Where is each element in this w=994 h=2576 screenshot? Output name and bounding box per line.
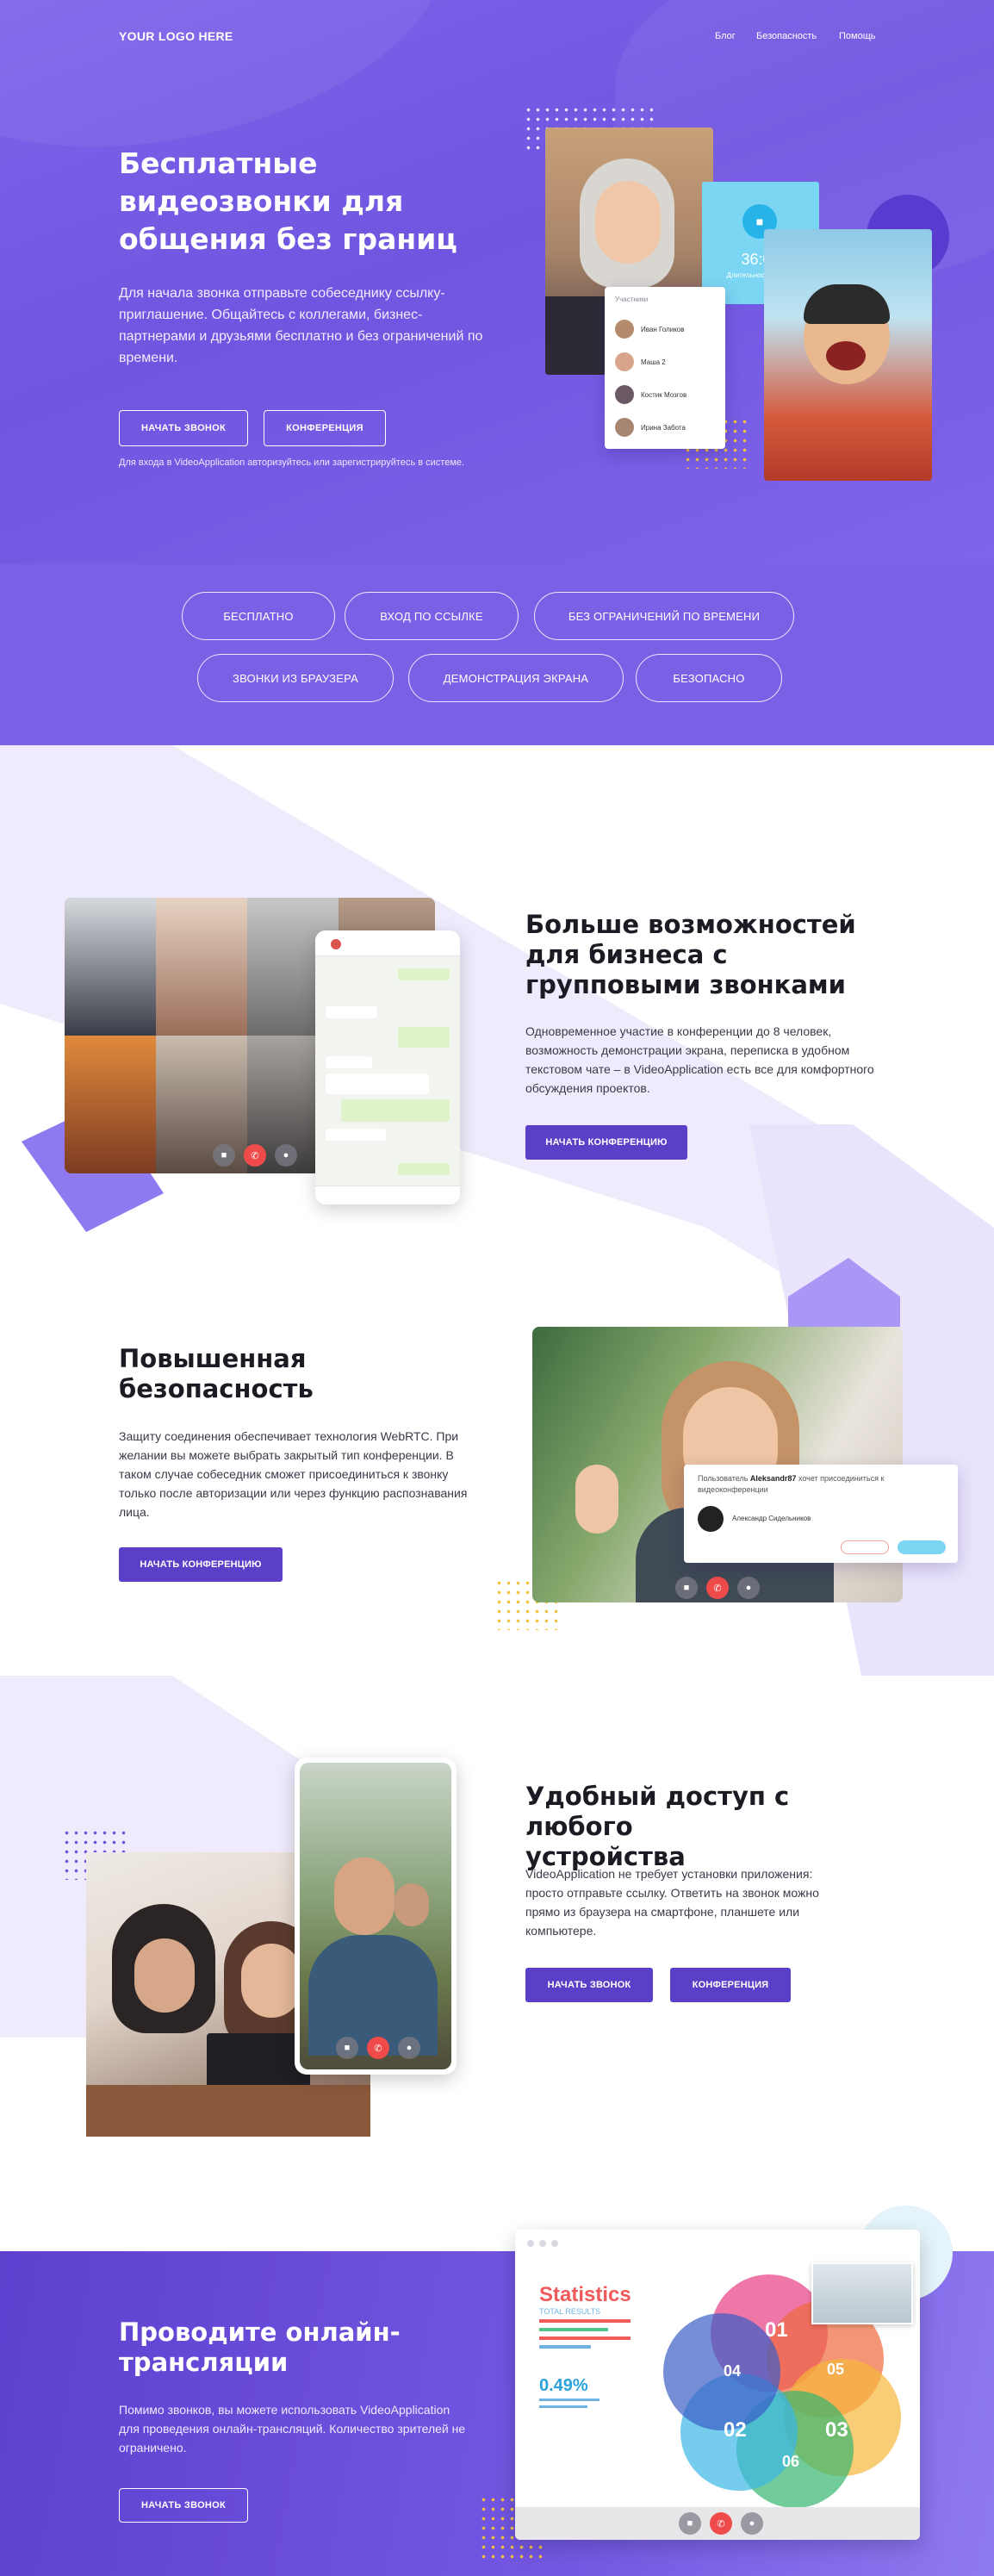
stream-text: Помимо звонков, вы можете использовать V… xyxy=(119,2403,466,2455)
avatar xyxy=(615,352,634,371)
camera-off-icon[interactable]: ■ xyxy=(679,2512,701,2535)
venn-label: 02 xyxy=(724,2418,747,2442)
stats-percent: 0.49% xyxy=(539,2376,588,2395)
end-call-icon[interactable]: ✆ xyxy=(710,2512,732,2535)
feature-pill: ВХОД ПО ССЫЛКЕ xyxy=(345,592,519,640)
venn-label: 05 xyxy=(827,2361,844,2378)
avatar xyxy=(615,320,634,339)
hero-title: Бесплатные видеозвонки для общения без г… xyxy=(119,146,457,256)
conference-button[interactable]: КОНФЕРЕНЦИЯ xyxy=(670,1968,791,2002)
participants-title: Участники xyxy=(615,296,649,303)
venn-label: 04 xyxy=(724,2362,741,2380)
end-call-icon[interactable]: ✆ xyxy=(706,1577,729,1599)
mic-off-icon[interactable]: ● xyxy=(737,1577,760,1599)
access-title: Удобный доступ с любого устройства xyxy=(525,1782,790,1871)
logo[interactable]: YOUR LOGO HERE xyxy=(119,29,233,43)
camera-off-icon[interactable]: ■ xyxy=(336,2037,358,2059)
start-conference-button[interactable]: НАЧАТЬ КОНФЕРЕНЦИЮ xyxy=(525,1125,687,1160)
feature-pill: БЕЗОПАСНО xyxy=(636,654,782,702)
participant-item[interactable]: Иван Голиков xyxy=(615,313,715,345)
phone-selfie: ■ ✆ ● xyxy=(295,1758,457,2075)
window-dot-icon xyxy=(527,2240,534,2247)
business-title: Больше возможностей для бизнеса с группо… xyxy=(525,910,856,999)
participant-item[interactable]: Ирина Забота xyxy=(615,411,715,444)
nav-link-help[interactable]: Помощь xyxy=(839,31,876,41)
window-dot-icon xyxy=(539,2240,546,2247)
avatar xyxy=(615,385,634,404)
participants-card: Участники Иван Голиков Маша 2 Костик Моз… xyxy=(605,287,725,449)
conference-button[interactable]: КОНФЕРЕНЦИЯ xyxy=(264,410,386,446)
man-photo xyxy=(764,229,932,481)
venn-label: 06 xyxy=(782,2453,799,2470)
nav-link-blog[interactable]: Блог xyxy=(715,31,736,41)
participant-item[interactable]: Костик Мозгов xyxy=(615,378,715,411)
stats-subtitle: TOTAL RESULTS xyxy=(539,2307,601,2316)
mic-off-icon[interactable]: ● xyxy=(398,2037,420,2059)
nav-link-security[interactable]: Безопасность xyxy=(756,31,817,41)
mic-off-icon[interactable]: ● xyxy=(275,1144,297,1167)
camera-off-icon[interactable]: ■ xyxy=(213,1144,235,1167)
stats-title: Statistics xyxy=(539,2283,631,2306)
presenter-thumbnail[interactable] xyxy=(811,2262,913,2324)
avatar xyxy=(331,939,341,949)
access-text: VideoApplication не требует установки пр… xyxy=(525,1867,819,1938)
feature-pill: ДЕМОНСТРАЦИЯ ЭКРАНА xyxy=(408,654,624,702)
feature-pill: БЕСПЛАТНО xyxy=(182,592,335,640)
camera-off-icon[interactable]: ■ xyxy=(675,1577,698,1599)
join-request-card: Пользователь Aleksandr87 хочет присоедин… xyxy=(684,1465,958,1563)
avatar xyxy=(615,418,634,437)
start-call-button[interactable]: НАЧАТЬ ЗВОНОК xyxy=(525,1968,653,2002)
requester-name: Александр Сидельников xyxy=(732,1515,811,1522)
security-text: Защиту соединения обеспечивает технологи… xyxy=(119,1429,468,1519)
participant-item[interactable]: Маша 2 xyxy=(615,345,715,378)
mic-off-icon[interactable]: ● xyxy=(741,2512,763,2535)
venn-label: 03 xyxy=(825,2418,848,2442)
security-title: Повышенная безопасность xyxy=(119,1344,314,1403)
join-request-text: Пользователь Aleksandr87 хочет присоедин… xyxy=(698,1474,885,1494)
avatar xyxy=(698,1506,724,1532)
stream-window: Statistics TOTAL RESULTS 0.49% 01 02 03 … xyxy=(515,2230,920,2540)
feature-pill: БЕЗ ОГРАНИЧЕНИЙ ПО ВРЕМЕНИ xyxy=(534,592,794,640)
end-call-icon[interactable]: ✆ xyxy=(367,2037,389,2059)
start-call-button[interactable]: НАЧАТЬ ЗВОНОК xyxy=(119,410,248,446)
hero-lead: Для начала звонка отправьте собеседнику … xyxy=(119,286,483,365)
accept-button[interactable] xyxy=(898,1540,946,1554)
start-conference-button[interactable]: НАЧАТЬ КОНФЕРЕНЦИЮ xyxy=(119,1547,283,1582)
stream-title: Проводите онлайн-трансляции xyxy=(119,2318,401,2377)
start-call-button[interactable]: НАЧАТЬ ЗВОНОК xyxy=(119,2488,248,2523)
hero-note: Для входа в VideoApplication авторизуйте… xyxy=(119,457,465,468)
chat-phone xyxy=(315,930,460,1204)
venn-label: 01 xyxy=(765,2318,788,2342)
decline-button[interactable] xyxy=(841,1540,889,1554)
window-dot-icon xyxy=(551,2240,558,2247)
business-text: Одновременное участие в конференции до 8… xyxy=(525,1024,874,1095)
end-call-icon[interactable]: ✆ xyxy=(244,1144,266,1167)
feature-pill: ЗВОНКИ ИЗ БРАУЗЕРА xyxy=(197,654,394,702)
